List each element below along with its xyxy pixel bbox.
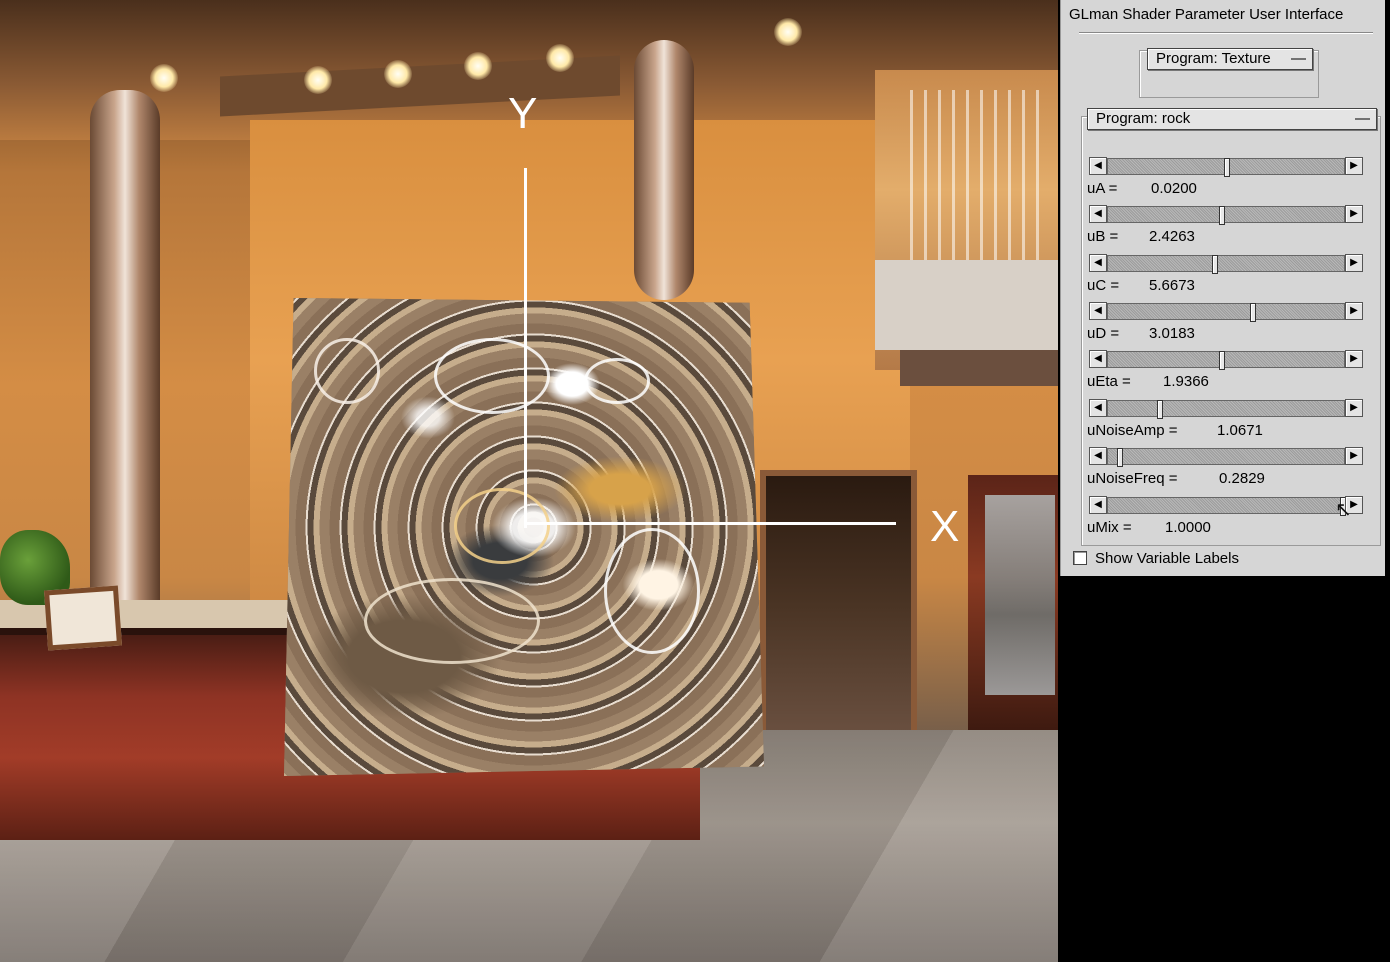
uniform-value: 3.0183 [1149,325,1195,342]
slider-uB[interactable]: ◀ ▶ [1089,205,1363,225]
arrow-left-icon[interactable]: ◀ [1089,496,1107,514]
slider-track[interactable] [1107,206,1345,225]
checkbox-box[interactable] [1073,551,1087,565]
slider-thumb[interactable] [1157,400,1163,419]
cabinet-glass [985,495,1055,695]
ceiling-light [546,44,574,72]
panel-title: GLman Shader Parameter User Interface [1069,6,1344,23]
texture-highlight [434,338,550,414]
arrow-left-icon[interactable]: ◀ [1089,302,1107,320]
ceiling-light [384,60,412,88]
ceiling-light [304,66,332,94]
collapse-icon: — [1291,50,1306,67]
slider-thumb[interactable] [1212,255,1218,274]
doorway [760,470,917,742]
title-divider [1079,32,1373,34]
balcony-railing [910,90,1050,260]
x-axis-label: X [930,502,960,551]
y-axis-label: Y [508,89,538,138]
texture-highlight [584,358,650,404]
slider-thumb[interactable] [1219,351,1225,370]
slider-track[interactable] [1107,255,1345,274]
slider-uNoiseAmp[interactable]: ◀ ▶ [1089,399,1363,419]
arrow-right-icon[interactable]: ▶ [1345,302,1363,320]
uniform-value: 5.6673 [1149,277,1195,294]
uniform-value: 2.4263 [1149,228,1195,245]
arrow-left-icon[interactable]: ◀ [1089,350,1107,368]
uniform-name: uEta = [1087,373,1131,390]
slider-track[interactable] [1107,158,1345,177]
uniform-name: uB = [1087,228,1119,245]
uniform-value: 0.2829 [1219,470,1265,487]
slider-thumb[interactable] [1219,206,1225,225]
slider-uD[interactable]: ◀ ▶ [1089,302,1363,322]
x-axis-line [524,522,896,525]
slider-track[interactable] [1107,400,1345,419]
program-rock-label: Program: rock [1096,110,1191,127]
slider-track[interactable] [1107,303,1345,322]
slider-uEta[interactable]: ◀ ▶ [1089,350,1363,370]
ceiling-light [150,64,178,92]
collapse-icon: — [1355,110,1370,127]
y-axis-line [524,168,527,528]
uniform-value: 1.0671 [1217,422,1263,439]
program-rock-button[interactable]: Program: rock — [1087,108,1377,130]
arrow-left-icon[interactable]: ◀ [1089,399,1107,417]
glman-3d-viewport[interactable]: Y X [0,0,1058,962]
uniform-name: uD = [1087,325,1120,342]
arrow-left-icon[interactable]: ◀ [1089,157,1107,175]
pillar [634,40,694,300]
arrow-left-icon[interactable]: ◀ [1089,205,1107,223]
shader-parameter-panel: GLman Shader Parameter User Interface Pr… [1060,0,1385,576]
mouse-pointer-icon: ↖ [1335,499,1352,521]
arrow-right-icon[interactable]: ▶ [1345,399,1363,417]
slider-track[interactable] [1107,448,1345,467]
program-texture-button[interactable]: Program: Texture — [1147,48,1313,70]
slider-track[interactable] [1107,497,1346,516]
slider-thumb[interactable] [1250,303,1256,322]
uniform-value: 1.0000 [1165,519,1211,536]
texture-highlight [364,578,540,664]
uniform-name: uA = [1087,180,1118,197]
texture-highlight [314,338,380,404]
balcony-wall [875,260,1058,350]
texture-highlight [454,488,550,564]
uniform-name: uNoiseFreq = [1087,470,1178,487]
texture-highlight [604,528,700,654]
slider-track[interactable] [1107,351,1345,370]
arrow-right-icon[interactable]: ▶ [1345,254,1363,272]
picture-frame [43,585,123,651]
arrow-left-icon[interactable]: ◀ [1089,447,1107,465]
arrow-right-icon[interactable]: ▶ [1345,447,1363,465]
balcony-ledge [900,350,1058,386]
arrow-left-icon[interactable]: ◀ [1089,254,1107,272]
uniform-name: uNoiseAmp = [1087,422,1178,439]
slider-uNoiseFreq[interactable]: ◀ ▶ [1089,447,1363,467]
uniform-name: uC = [1087,277,1120,294]
slider-uMix[interactable]: ◀ ▶ [1089,496,1363,516]
arrow-right-icon[interactable]: ▶ [1345,157,1363,175]
pillar [90,90,160,650]
slider-uC[interactable]: ◀ ▶ [1089,254,1363,274]
uniform-value: 1.9366 [1163,373,1209,390]
program-texture-label: Program: Texture [1156,50,1271,67]
ceiling-light [464,52,492,80]
slider-thumb[interactable] [1224,158,1230,177]
show-labels-text: Show Variable Labels [1095,550,1239,567]
uniform-name: uMix = [1087,519,1132,536]
slider-uA[interactable]: ◀ ▶ [1089,157,1363,177]
ceiling-light [774,18,802,46]
arrow-right-icon[interactable]: ▶ [1345,350,1363,368]
uniform-value: 0.0200 [1151,180,1197,197]
show-variable-labels-checkbox[interactable]: Show Variable Labels [1073,550,1239,567]
arrow-right-icon[interactable]: ▶ [1345,205,1363,223]
slider-thumb[interactable] [1117,448,1123,467]
